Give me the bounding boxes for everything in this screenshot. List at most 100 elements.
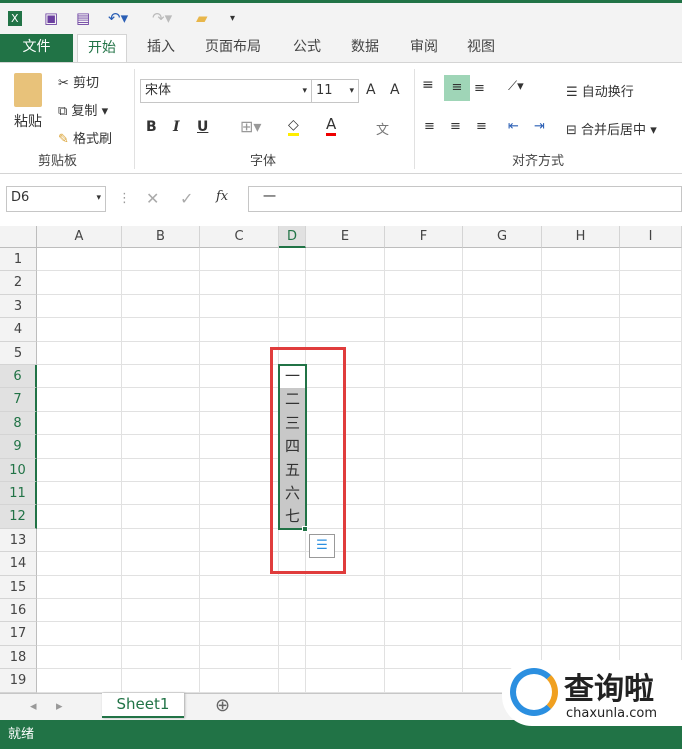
borders-icon[interactable]: ⊞▾: [240, 117, 261, 136]
gridline: [37, 574, 682, 576]
tab-page-layout[interactable]: 页面布局: [195, 34, 271, 62]
gridline: [462, 248, 463, 693]
gridline: [37, 317, 682, 319]
row-header[interactable]: 6: [0, 365, 37, 389]
row-header[interactable]: 16: [0, 599, 37, 623]
align-right-icon[interactable]: ≡: [476, 119, 487, 134]
row-header[interactable]: 14: [0, 552, 37, 576]
row-header[interactable]: 12: [0, 505, 37, 529]
decrease-indent-icon[interactable]: ⇤: [508, 119, 519, 134]
chevron-down-icon: ▾: [349, 86, 354, 96]
sheet-tab-sheet1[interactable]: Sheet1: [102, 693, 184, 718]
gridline: [37, 457, 682, 459]
save-icon[interactable]: ▣: [44, 9, 58, 27]
shrink-font-button[interactable]: A: [390, 82, 400, 98]
tab-file[interactable]: 文件: [0, 34, 73, 62]
cut-button[interactable]: ✂ 剪切: [58, 72, 99, 91]
scroll-right-icon[interactable]: ▸: [56, 699, 63, 714]
select-all-button[interactable]: [0, 226, 37, 248]
tab-formulas[interactable]: 公式: [283, 34, 331, 62]
more-icon: ⋮: [118, 191, 131, 206]
grow-font-button[interactable]: A: [366, 82, 376, 98]
fill-color-icon[interactable]: ◇: [288, 117, 299, 136]
cancel-icon[interactable]: ✕: [146, 189, 159, 208]
wrap-text-button[interactable]: ☰ 自动换行: [566, 81, 634, 100]
increase-indent-icon[interactable]: ⇥: [534, 119, 545, 134]
row-header[interactable]: 5: [0, 341, 37, 365]
italic-button[interactable]: I: [173, 119, 180, 135]
format-painter-button[interactable]: ✎ 格式刷: [58, 128, 112, 147]
underline-button[interactable]: U: [197, 119, 208, 135]
row-header[interactable]: 9: [0, 435, 37, 459]
column-header[interactable]: H: [542, 226, 620, 248]
save-as-icon[interactable]: ▤: [76, 9, 90, 27]
font-name-select[interactable]: 宋体 ▾: [140, 79, 312, 103]
column-header[interactable]: B: [122, 226, 200, 248]
alignment-group-label: 对齐方式: [512, 154, 565, 169]
formula-input[interactable]: 一: [248, 186, 682, 212]
column-header[interactable]: C: [200, 226, 279, 248]
column-header[interactable]: A: [37, 226, 122, 248]
scroll-left-icon[interactable]: ◂: [30, 699, 37, 714]
open-folder-icon[interactable]: ▰: [196, 9, 208, 27]
merge-center-button[interactable]: ⊟ 合并后居中 ▾: [566, 119, 657, 138]
gridline: [37, 364, 682, 365]
gridline: [199, 248, 200, 693]
paste-button[interactable]: 粘贴: [14, 111, 42, 131]
tab-home[interactable]: 开始: [77, 34, 127, 62]
copy-icon: ⧉: [58, 104, 72, 119]
row-header[interactable]: 10: [0, 458, 37, 482]
cut-label: 剪切: [73, 76, 100, 91]
add-sheet-icon[interactable]: ⊕: [215, 695, 230, 716]
gridline: [384, 248, 385, 693]
watermark-logo: 查询啦 chaxunla.com: [502, 660, 682, 726]
row-header[interactable]: 17: [0, 622, 37, 646]
enter-icon[interactable]: ✓: [180, 189, 193, 208]
row-header[interactable]: 18: [0, 645, 37, 670]
font-color-button[interactable]: A: [326, 115, 337, 136]
gridline: [37, 527, 682, 529]
column-header[interactable]: I: [620, 226, 682, 248]
customize-icon[interactable]: ▾: [230, 13, 235, 24]
row-header[interactable]: 13: [0, 528, 37, 553]
align-middle-icon[interactable]: ≡: [444, 75, 470, 101]
align-top-icon[interactable]: ≡: [422, 77, 434, 93]
column-header[interactable]: E: [306, 226, 385, 248]
row-header[interactable]: 11: [0, 482, 37, 506]
gridline: [37, 481, 682, 482]
tab-review[interactable]: 审阅: [400, 34, 448, 62]
row-header[interactable]: 3: [0, 294, 37, 319]
row-header[interactable]: 4: [0, 318, 37, 342]
row-header[interactable]: 15: [0, 575, 37, 599]
tab-view[interactable]: 视图: [457, 34, 505, 62]
align-center-icon[interactable]: ≡: [450, 119, 461, 134]
format-painter-label: 格式刷: [73, 132, 113, 147]
tab-data[interactable]: 数据: [341, 34, 389, 62]
row-header[interactable]: 2: [0, 271, 37, 295]
copy-button[interactable]: ⧉ 复制 ▾: [58, 100, 108, 119]
paste-icon[interactable]: [14, 73, 42, 107]
bold-button[interactable]: B: [146, 119, 157, 135]
font-size-select[interactable]: 11 ▾: [311, 79, 359, 103]
merge-label: 合并后居中: [581, 123, 647, 138]
row-header[interactable]: 1: [0, 248, 37, 272]
watermark-brand: 查询啦: [564, 672, 654, 707]
name-box[interactable]: D6 ▾: [6, 186, 106, 212]
gridline: [37, 598, 682, 599]
redo-icon[interactable]: ↷▾: [152, 9, 172, 27]
column-header[interactable]: D: [279, 226, 306, 248]
row-header[interactable]: 8: [0, 411, 37, 436]
orientation-icon[interactable]: ⟋▾: [508, 79, 524, 94]
column-header[interactable]: F: [385, 226, 463, 248]
row-header[interactable]: 7: [0, 388, 37, 412]
tab-insert[interactable]: 插入: [137, 34, 185, 62]
gridline: [37, 340, 682, 342]
phonetic-button[interactable]: 文: [376, 119, 389, 138]
insert-function-button[interactable]: fx: [216, 189, 228, 204]
undo-icon[interactable]: ↶▾: [108, 9, 128, 27]
align-bottom-icon[interactable]: ≡: [474, 81, 485, 96]
gridline: [37, 387, 682, 389]
row-header[interactable]: 19: [0, 669, 37, 693]
column-header[interactable]: G: [463, 226, 542, 248]
align-left-icon[interactable]: ≡: [424, 119, 435, 134]
